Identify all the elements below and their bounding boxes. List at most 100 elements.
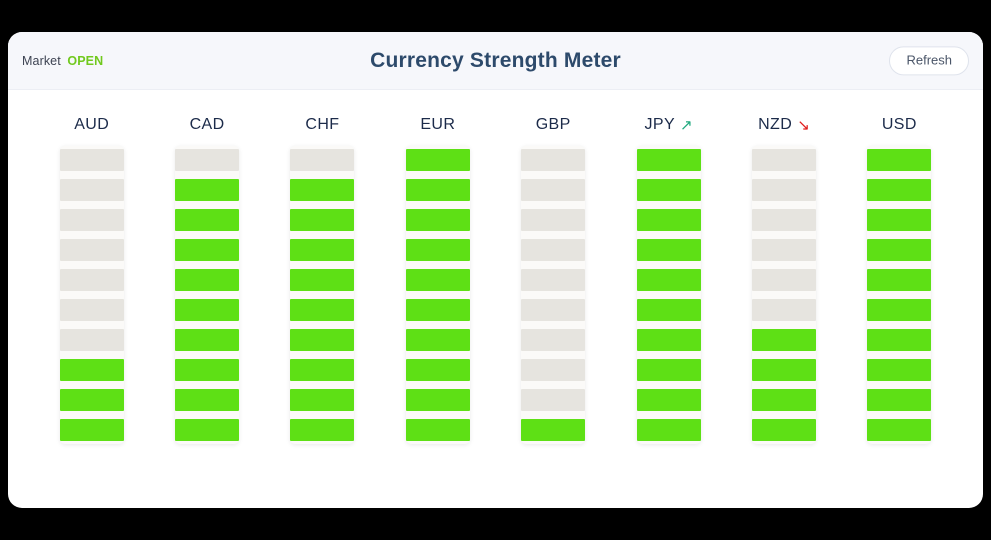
meter-segment-filled: [405, 359, 470, 381]
meter-segment-empty: [751, 299, 816, 321]
app-root: Market OPEN Currency Strength Meter Refr…: [0, 0, 991, 540]
meter-segment-filled: [867, 149, 932, 171]
meter-segment-filled: [636, 419, 701, 441]
currency-label-row: GBP: [536, 110, 571, 140]
meter-segment-filled: [290, 329, 355, 351]
meter-segment-filled: [290, 239, 355, 261]
meter-segment-filled: [867, 359, 932, 381]
currency-column-nzd[interactable]: NZD ↘: [726, 110, 841, 444]
meter-segment-filled: [751, 359, 816, 381]
meter-segment-filled: [867, 239, 932, 261]
currency-column-jpy[interactable]: JPY ↗: [611, 110, 726, 444]
meter-segment-filled: [59, 419, 124, 441]
currency-column-cad[interactable]: CAD: [149, 110, 264, 444]
meter-segment-empty: [59, 329, 124, 351]
meter-segment-empty: [521, 359, 586, 381]
currency-code-label: EUR: [420, 116, 456, 133]
meter-track[interactable]: [59, 146, 124, 444]
meter-segment-empty: [521, 179, 586, 201]
meter-segment-filled: [175, 209, 240, 231]
page-title: Currency Strength Meter: [370, 48, 621, 72]
meter-segment-filled: [290, 179, 355, 201]
meter-segment-empty: [290, 149, 355, 171]
meter-segment-filled: [175, 269, 240, 291]
meter-segment-filled: [405, 149, 470, 171]
trend-up-icon: ↗: [680, 115, 693, 134]
meter-segment-filled: [636, 179, 701, 201]
meter-track[interactable]: [521, 146, 586, 444]
meter-segment-filled: [405, 179, 470, 201]
meter-segment-empty: [59, 239, 124, 261]
meter-segment-filled: [175, 299, 240, 321]
currency-column-aud[interactable]: AUD: [34, 110, 149, 444]
meter-segment-filled: [867, 419, 932, 441]
meter-segment-filled: [175, 239, 240, 261]
currency-meter-grid: AUD CAD CHF EUR GBP JPY ↗ NZD ↘ USD: [8, 90, 983, 508]
meter-segment-filled: [636, 209, 701, 231]
meter-segment-filled: [405, 389, 470, 411]
meter-segment-filled: [175, 419, 240, 441]
meter-segment-filled: [290, 359, 355, 381]
currency-code-label: NZD: [758, 116, 793, 133]
currency-label-row: NZD ↘: [758, 110, 810, 140]
currency-label-row: CAD: [190, 110, 225, 140]
currency-label-row: AUD: [74, 110, 109, 140]
meter-segment-filled: [290, 299, 355, 321]
meter-segment-empty: [521, 389, 586, 411]
meter-segment-empty: [59, 269, 124, 291]
meter-segment-empty: [59, 149, 124, 171]
meter-segment-filled: [59, 389, 124, 411]
currency-column-chf[interactable]: CHF: [265, 110, 380, 444]
meter-segment-filled: [175, 179, 240, 201]
meter-segment-filled: [636, 239, 701, 261]
currency-code-label: CAD: [189, 116, 225, 133]
meter-segment-filled: [867, 269, 932, 291]
meter-segment-filled: [405, 419, 470, 441]
meter-track[interactable]: [175, 146, 240, 444]
meter-segment-empty: [521, 299, 586, 321]
meter-segment-filled: [290, 419, 355, 441]
currency-label-row: EUR: [420, 110, 455, 140]
meter-segment-empty: [521, 149, 586, 171]
currency-code-label: CHF: [305, 116, 340, 133]
meter-segment-filled: [405, 329, 470, 351]
market-status-value: OPEN: [67, 53, 104, 68]
refresh-button[interactable]: Refresh: [889, 45, 969, 76]
currency-column-usd[interactable]: USD: [842, 110, 957, 444]
meter-track[interactable]: [636, 146, 701, 444]
meter-track[interactable]: [867, 146, 932, 444]
meter-segment-filled: [867, 299, 932, 321]
currency-strength-card: Market OPEN Currency Strength Meter Refr…: [8, 32, 983, 508]
market-status: Market OPEN: [22, 54, 103, 68]
meter-segment-empty: [521, 209, 586, 231]
currency-column-eur[interactable]: EUR: [380, 110, 495, 444]
meter-segment-empty: [521, 329, 586, 351]
meter-track[interactable]: [405, 146, 470, 444]
meter-segment-empty: [751, 149, 816, 171]
meter-segment-empty: [751, 269, 816, 291]
meter-segment-filled: [636, 299, 701, 321]
meter-segment-filled: [636, 269, 701, 291]
trend-down-icon: ↘: [797, 115, 810, 134]
meter-segment-empty: [751, 209, 816, 231]
meter-segment-filled: [290, 389, 355, 411]
meter-segment-empty: [521, 269, 586, 291]
meter-segment-filled: [175, 389, 240, 411]
meter-segment-empty: [751, 239, 816, 261]
meter-segment-empty: [59, 179, 124, 201]
meter-segment-filled: [405, 269, 470, 291]
meter-track[interactable]: [290, 146, 355, 444]
meter-segment-empty: [59, 209, 124, 231]
meter-segment-filled: [521, 419, 586, 441]
currency-column-gbp[interactable]: GBP: [496, 110, 611, 444]
meter-segment-filled: [636, 149, 701, 171]
meter-segment-filled: [867, 179, 932, 201]
meter-segment-filled: [636, 329, 701, 351]
meter-segment-filled: [59, 359, 124, 381]
currency-code-label: AUD: [74, 116, 110, 133]
meter-segment-filled: [405, 299, 470, 321]
meter-segment-filled: [636, 389, 701, 411]
meter-segment-filled: [290, 269, 355, 291]
meter-segment-filled: [290, 209, 355, 231]
meter-track[interactable]: [751, 146, 816, 444]
